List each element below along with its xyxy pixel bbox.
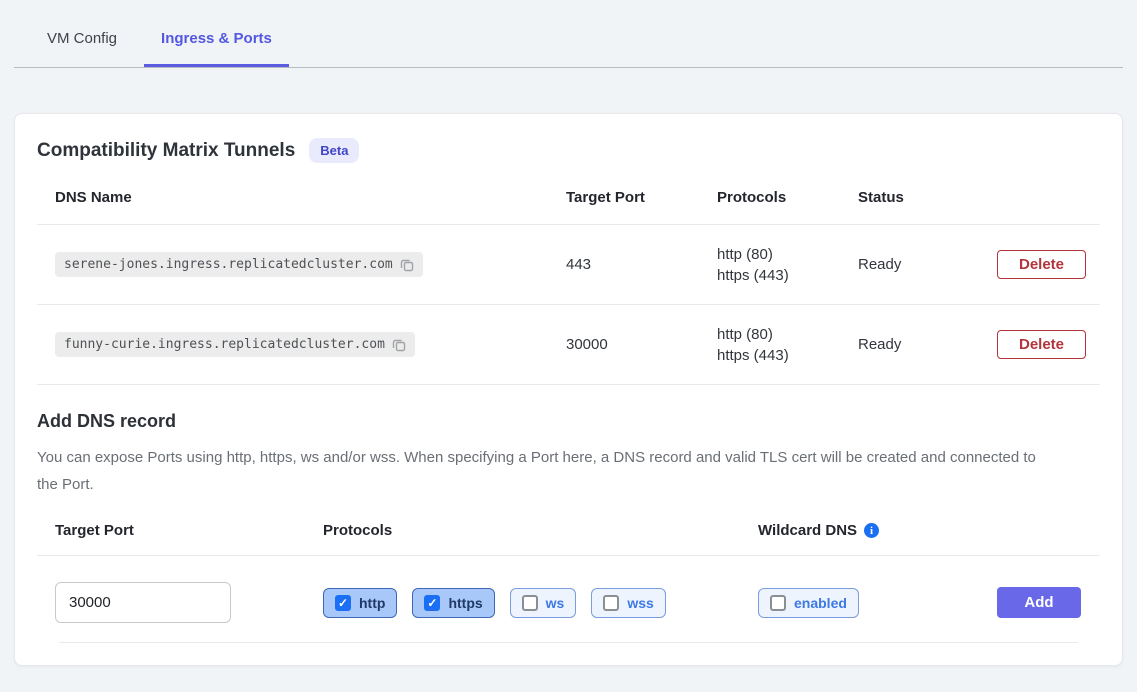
protocol-toggle-wss[interactable]: wss [591, 588, 665, 618]
protocol-line: http (80) [717, 244, 858, 265]
wildcard-enabled-toggle[interactable]: enabled [758, 588, 859, 618]
toggle-label: wss [627, 595, 653, 611]
card-title: Compatibility Matrix Tunnels [37, 140, 295, 162]
form-header-protocols: Protocols [323, 522, 758, 539]
protocol-toggle-https[interactable]: https [412, 588, 494, 618]
checkbox-icon [522, 595, 538, 611]
bottom-divider [59, 642, 1078, 643]
tab-ingress-ports[interactable]: Ingress & Ports [144, 22, 289, 67]
checkbox-icon [770, 595, 786, 611]
protocol-toggle-ws[interactable]: ws [510, 588, 577, 618]
checkbox-icon [335, 595, 351, 611]
checkbox-icon [603, 595, 619, 611]
header-target-port: Target Port [566, 189, 717, 206]
toggle-label: ws [546, 595, 565, 611]
checkbox-icon [424, 595, 440, 611]
header-dns-name: DNS Name [55, 189, 566, 206]
target-port-cell: 30000 [566, 336, 717, 353]
copy-icon[interactable] [400, 258, 414, 272]
copy-icon[interactable] [392, 338, 406, 352]
info-icon[interactable] [864, 523, 879, 538]
status-cell: Ready [858, 336, 997, 353]
add-form-row: http https ws wss enabled [37, 556, 1100, 623]
tunnels-card: Compatibility Matrix Tunnels Beta DNS Na… [14, 113, 1123, 666]
add-button[interactable]: Add [997, 587, 1081, 618]
tunnels-table: DNS Name Target Port Protocols Status se… [37, 177, 1100, 385]
beta-badge: Beta [309, 138, 359, 163]
tab-bar: VM Config Ingress & Ports [14, 0, 1123, 68]
protocol-line: https (443) [717, 345, 858, 366]
target-port-input[interactable] [55, 582, 231, 623]
toggle-label: enabled [794, 595, 847, 611]
status-cell: Ready [858, 256, 997, 273]
protocol-toggles: http https ws wss [323, 588, 758, 618]
dns-name-text: serene-jones.ingress.replicatedcluster.c… [64, 257, 393, 272]
form-header-wildcard-dns: Wildcard DNS [758, 522, 857, 539]
add-dns-section: Add DNS record You can expose Ports usin… [37, 411, 1100, 643]
delete-button[interactable]: Delete [997, 330, 1086, 359]
header-status: Status [858, 189, 997, 206]
tab-vm-config[interactable]: VM Config [30, 22, 134, 67]
target-port-cell: 443 [566, 256, 717, 273]
toggle-label: http [359, 595, 385, 611]
protocol-line: https (443) [717, 265, 858, 286]
table-row: funny-curie.ingress.replicatedcluster.co… [37, 305, 1100, 385]
table-row: serene-jones.ingress.replicatedcluster.c… [37, 225, 1100, 305]
add-dns-title: Add DNS record [37, 411, 1100, 432]
dns-name-pill: serene-jones.ingress.replicatedcluster.c… [55, 252, 423, 277]
dns-name-text: funny-curie.ingress.replicatedcluster.co… [64, 337, 385, 352]
delete-button[interactable]: Delete [997, 250, 1086, 279]
form-header-target-port: Target Port [55, 522, 323, 539]
protocols-cell: http (80) https (443) [717, 324, 858, 366]
protocol-line: http (80) [717, 324, 858, 345]
header-protocols: Protocols [717, 189, 858, 206]
toggle-label: https [448, 595, 482, 611]
card-title-row: Compatibility Matrix Tunnels Beta [15, 114, 1122, 177]
add-dns-description: You can expose Ports using http, https, … [37, 444, 1047, 498]
table-header-row: DNS Name Target Port Protocols Status [37, 177, 1100, 225]
protocols-cell: http (80) https (443) [717, 244, 858, 286]
add-form-header-row: Target Port Protocols Wildcard DNS [37, 510, 1100, 556]
dns-name-pill: funny-curie.ingress.replicatedcluster.co… [55, 332, 415, 357]
protocol-toggle-http[interactable]: http [323, 588, 397, 618]
